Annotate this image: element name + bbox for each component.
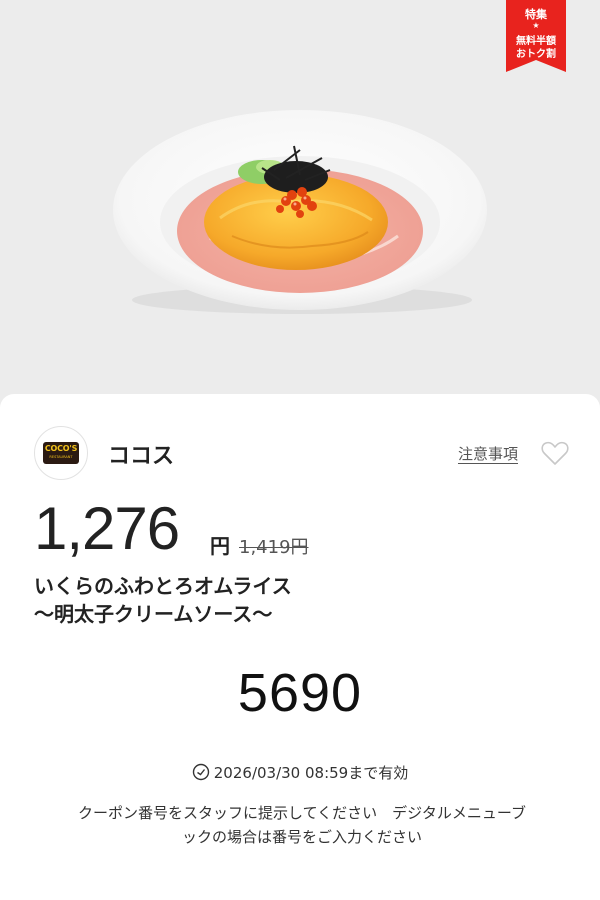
ribbon-title: 特集: [525, 8, 547, 21]
shop-logo: COCO'S RESTAURANT: [34, 426, 88, 480]
campaign-ribbon[interactable]: 特集 ★ 無料半額 おトク割: [506, 0, 566, 72]
original-price: 1,419円: [239, 537, 309, 558]
instruction-line-1: クーポン番号をスタッフに提示してください デジタルメニューブ: [78, 804, 526, 822]
notes-link[interactable]: 注意事項: [458, 443, 518, 464]
item-name-line-2: 〜明太子クリームソース〜: [34, 602, 273, 626]
discount-price: 1,276: [34, 495, 180, 562]
favorite-button[interactable]: [540, 438, 570, 468]
coupon-instructions: クーポン番号をスタッフに提示してください デジタルメニューブ ックの場合は番号を…: [34, 801, 570, 849]
validity-row: 2026/03/30 08:59まで有効: [0, 762, 600, 785]
logo-plate: COCO'S RESTAURANT: [43, 442, 79, 464]
coupon-card: COCO'S RESTAURANT ココス 注意事項 1,276 円 1,419…: [0, 394, 600, 900]
shop-name: ココス: [108, 444, 175, 469]
price-unit: 円: [210, 534, 230, 558]
heart-outline-icon: [541, 441, 569, 465]
instruction-line-2: ックの場合は番号をご入力ください: [181, 828, 422, 846]
logo-subtext: RESTAURANT: [49, 455, 73, 459]
hero-image: 特集 ★ 無料半額 おトク割: [0, 0, 600, 400]
item-name-line-1: いくらのふわとろオムライス: [34, 574, 292, 598]
star-icon: ★: [532, 21, 540, 30]
logo-text: COCO'S: [44, 444, 78, 453]
validity-text: 2026/03/30 08:59まで有効: [213, 764, 409, 782]
ribbon-line-2: おトク割: [516, 49, 556, 60]
item-name: いくらのふわとろオムライス 〜明太子クリームソース〜: [34, 572, 574, 628]
clock-icon: [192, 763, 210, 785]
coupon-code: 5690: [237, 663, 363, 723]
